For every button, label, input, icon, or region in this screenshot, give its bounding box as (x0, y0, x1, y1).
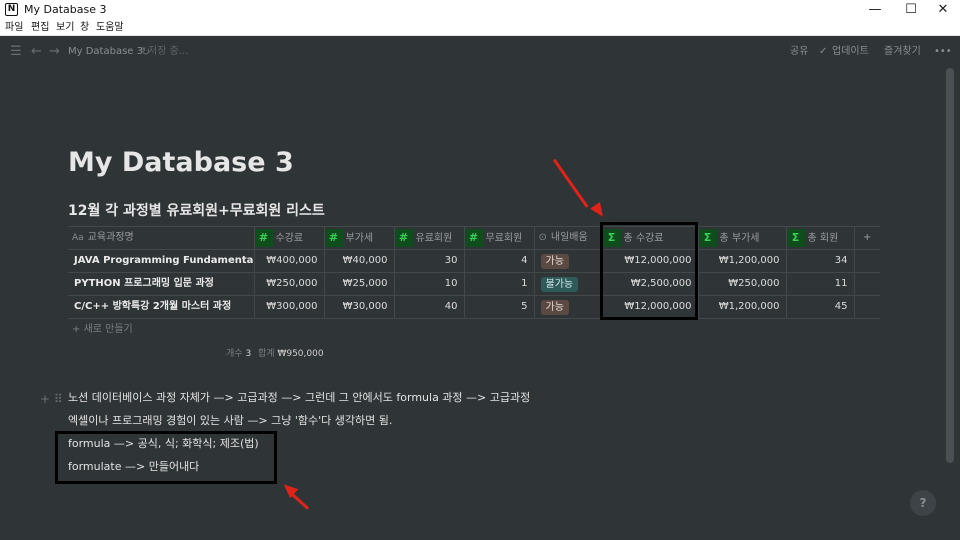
cell-fee[interactable]: ₩400,000 (254, 249, 325, 273)
database-table: Aa 교육과정명 # 수강료 # 부가세 # 유료회원 # 무료회원 ⊙ 내일배움 Σ총 수… (68, 226, 880, 319)
cell-total-vat[interactable]: ₩1,200,000 (698, 295, 787, 319)
column-header-naeil[interactable]: ⊙ 내일배움 (534, 226, 603, 250)
plus-icon: + (72, 324, 84, 335)
share-button[interactable]: 공유 (790, 45, 808, 59)
column-header-title[interactable]: Aa 교육과정명 (68, 226, 255, 250)
plus-icon: + (863, 232, 872, 243)
cell-vat[interactable]: ₩30,000 (324, 295, 395, 319)
column-header-total-members[interactable]: Σ총 회원 (786, 226, 855, 250)
more-options-button[interactable]: ••• (934, 45, 952, 59)
menu-edit[interactable]: 편집 (31, 21, 49, 35)
cell-naeil[interactable]: 가능 (534, 295, 603, 319)
scrollbar[interactable] (946, 68, 954, 463)
cell-empty (854, 295, 880, 319)
select-tag: 가능 (540, 253, 569, 269)
table-header-row: Aa 교육과정명 # 수강료 # 부가세 # 유료회원 # 무료회원 ⊙ 내일배움 Σ총 수… (68, 226, 880, 250)
cell-fee[interactable]: ₩300,000 (254, 295, 325, 319)
text-block[interactable]: 엑셀이나 프로그래밍 경험이 있는 사람 —> 그냥 '함수'다 생각하면 됨. (68, 413, 392, 429)
cell-empty (854, 249, 880, 273)
menu-help[interactable]: 도움말 (96, 21, 124, 35)
cell-naeil[interactable]: 불가능 (534, 272, 603, 296)
number-type-icon: # (394, 229, 413, 247)
menu-view[interactable]: 보기 (56, 21, 74, 35)
favorite-button[interactable]: 즐겨찾기 (884, 45, 921, 59)
window-titlebar: N My Database 3 — ☐ ✕ (0, 0, 960, 20)
text-block[interactable]: 노션 데이터베이스 과정 자체가 —> 고급과정 —> 그런데 그 안에서도 f… (68, 390, 530, 406)
cell-total-members[interactable]: 45 (786, 295, 855, 319)
cell-total-members[interactable]: 11 (786, 272, 855, 296)
back-arrow-icon[interactable]: ← (31, 44, 42, 60)
column-header-fee[interactable]: # 수강료 (254, 226, 325, 250)
column-header-vat[interactable]: # 부가세 (324, 226, 395, 250)
count-summary[interactable]: 개수 3 (226, 347, 251, 361)
check-icon: ✓ (819, 46, 828, 57)
cell-free-members[interactable]: 5 (464, 295, 535, 319)
page-title[interactable]: My Database 3 (68, 143, 294, 183)
minimize-button[interactable]: — (858, 0, 892, 20)
cell-free-members[interactable]: 4 (464, 249, 535, 273)
window-title: My Database 3 (24, 3, 107, 16)
select-tag: 가능 (540, 299, 569, 315)
cell-paid-members[interactable]: 40 (394, 295, 465, 319)
cell-total-vat[interactable]: ₩250,000 (698, 272, 787, 296)
column-header-paid[interactable]: # 유료회원 (394, 226, 465, 250)
cell-total-members[interactable]: 34 (786, 249, 855, 273)
cell-course-name[interactable]: C/C++ 방학특강 2개월 마스터 과정 (68, 295, 255, 319)
cell-naeil[interactable]: 가능 (534, 249, 603, 273)
cell-paid-members[interactable]: 10 (394, 272, 465, 296)
add-column-button[interactable]: + (854, 226, 880, 250)
highlight-box-total-fee (600, 222, 698, 320)
cell-course-name[interactable]: PYTHON 프로그래밍 입문 과정 (68, 272, 255, 296)
cell-paid-members[interactable]: 30 (394, 249, 465, 273)
cell-total-vat[interactable]: ₩1,200,000 (698, 249, 787, 273)
number-type-icon: # (464, 229, 483, 247)
formula-type-icon: Σ (786, 229, 805, 247)
table-row[interactable]: C/C++ 방학특강 2개월 마스터 과정 ₩300,000 ₩30,000 4… (68, 295, 880, 319)
database-title[interactable]: 12월 각 과정별 유료회원+무료회원 리스트 (68, 201, 325, 221)
menu-window[interactable]: 창 (80, 21, 89, 35)
menu-file[interactable]: 파일 (5, 21, 23, 35)
number-type-icon: # (254, 229, 273, 247)
notion-app-icon: N (5, 3, 18, 16)
select-type-icon: ⊙ (538, 232, 547, 243)
cell-course-name[interactable]: JAVA Programming Fundamental (68, 249, 255, 273)
select-tag: 불가능 (540, 276, 579, 292)
table-row[interactable]: JAVA Programming Fundamental ₩400,000 ₩4… (68, 249, 880, 273)
block-handle-icon[interactable]: + ⠿ (40, 391, 63, 407)
cell-fee[interactable]: ₩250,000 (254, 272, 325, 296)
text-type-icon: Aa (72, 233, 84, 243)
column-header-free[interactable]: # 무료회원 (464, 226, 535, 250)
annotation-arrow (552, 158, 589, 208)
annotation-arrow-head (590, 201, 608, 221)
saving-status: 저장 중... (148, 46, 189, 57)
number-type-icon: # (324, 229, 343, 247)
menu-bar: 파일 편집 보기 창 도움말 (0, 20, 960, 36)
cell-vat[interactable]: ₩40,000 (324, 249, 395, 273)
column-header-total-vat[interactable]: Σ총 부가세 (698, 226, 787, 250)
table-row[interactable]: PYTHON 프로그래밍 입문 과정 ₩250,000 ₩25,000 10 1… (68, 272, 880, 296)
cell-empty (854, 272, 880, 296)
cell-free-members[interactable]: 1 (464, 272, 535, 296)
formula-type-icon: Σ (698, 229, 717, 247)
close-button[interactable]: ✕ (926, 0, 960, 20)
help-button[interactable]: ? (910, 490, 936, 516)
highlight-box-formula (55, 431, 277, 484)
maximize-button[interactable]: ☐ (894, 0, 928, 20)
updates-button[interactable]: 업데이트 (832, 45, 869, 59)
sidebar-toggle-icon[interactable]: ☰ (10, 44, 22, 60)
cell-vat[interactable]: ₩25,000 (324, 272, 395, 296)
forward-arrow-icon[interactable]: → (49, 44, 60, 60)
sum-summary[interactable]: 합계 ₩950,000 (258, 347, 324, 361)
new-row-button[interactable]: + 새로 만들기 (72, 322, 133, 338)
breadcrumb[interactable]: My Database 3 (68, 45, 143, 59)
